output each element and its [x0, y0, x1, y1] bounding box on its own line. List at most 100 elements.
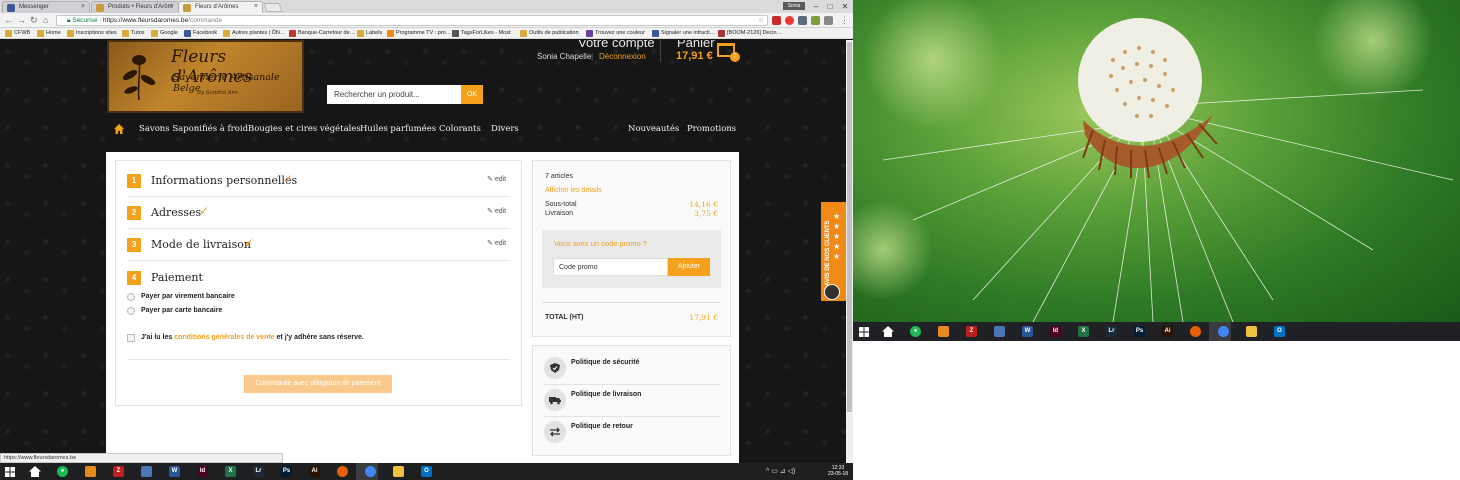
chrome-icon[interactable]	[1218, 326, 1229, 337]
bookmark-item[interactable]: CFWB	[5, 29, 30, 38]
nav-item-bougies[interactable]: Bougies et cires végétales	[248, 124, 361, 134]
bookmark-item[interactable]: Inscriptions sites	[67, 29, 117, 38]
home-icon[interactable]	[113, 123, 125, 135]
outlook-icon[interactable]: O	[421, 466, 432, 477]
nav-item-divers[interactable]: Divers	[491, 124, 519, 134]
excel-icon[interactable]: X	[225, 466, 236, 477]
extension-icon[interactable]	[824, 16, 833, 25]
promo-code-input[interactable]	[553, 258, 668, 276]
filezilla-icon[interactable]: Z	[966, 326, 977, 337]
star-icon[interactable]: ☆	[758, 16, 764, 25]
account-title[interactable]: Votre compte	[578, 40, 655, 50]
edit-link[interactable]: ✎ edit	[487, 207, 506, 215]
close-icon[interactable]: ×	[254, 3, 258, 10]
spotify-icon[interactable]: ●	[910, 326, 921, 337]
home-icon[interactable]	[882, 326, 894, 337]
app-blue-icon[interactable]	[994, 326, 1005, 337]
home-icon[interactable]: ⌂	[43, 15, 48, 25]
customer-reviews-tab[interactable]: ★ ★ ★ ★ ★ AVIS DE NOS CLIENTS	[821, 202, 846, 301]
bookmark-item[interactable]: Banque-Carrefour de…	[289, 29, 355, 38]
chrome-icon[interactable]	[365, 466, 376, 477]
photoshop-icon[interactable]: Ps	[1134, 326, 1145, 337]
nav-item-savons[interactable]: Savons Saponifiés à froid	[139, 124, 248, 134]
search-input[interactable]	[327, 85, 461, 104]
tab-fleurs-daromes[interactable]: Fleurs d'Arômes ×	[178, 1, 263, 13]
terms-label[interactable]: J'ai lu les conditions générales de vent…	[141, 334, 364, 341]
search-button[interactable]: OK	[461, 85, 483, 104]
nav-item-nouveautes[interactable]: Nouveautés	[628, 124, 679, 134]
explorer-icon[interactable]	[393, 466, 404, 477]
cart-title[interactable]: Panier	[677, 40, 715, 50]
bookmark-item[interactable]: Labels	[357, 29, 382, 38]
step-title[interactable]: Adresses	[151, 206, 201, 219]
scrollbar-thumb[interactable]	[847, 42, 852, 412]
nav-item-colorants[interactable]: Colorants	[439, 124, 481, 134]
forward-icon[interactable]: →	[17, 15, 26, 25]
pinterest-icon[interactable]	[785, 16, 794, 25]
lightroom-icon[interactable]: Lr	[1106, 326, 1117, 337]
illustrator-icon[interactable]: Ai	[1162, 326, 1173, 337]
close-window-icon[interactable]: ✕	[838, 1, 852, 12]
lightroom-icon[interactable]: Lr	[253, 466, 264, 477]
bookmark-item[interactable]: Trouvez une couleur	[586, 29, 645, 38]
excel-icon[interactable]: X	[1078, 326, 1089, 337]
bookmark-item[interactable]: Tutos	[122, 29, 145, 38]
maximize-icon[interactable]: □	[824, 1, 836, 12]
app-orange-icon[interactable]	[938, 326, 949, 337]
bookmark-item[interactable]: Signaler une infracti…	[652, 29, 715, 38]
spotify-icon[interactable]: ●	[57, 466, 68, 477]
illustrator-icon[interactable]: Ai	[309, 466, 320, 477]
policy-return-link[interactable]: Politique de retour	[571, 423, 633, 430]
reload-icon[interactable]: ↻	[30, 15, 38, 26]
terms-link[interactable]: conditions générales de vente	[174, 334, 274, 341]
photoshop-icon[interactable]: Ps	[281, 466, 292, 477]
indesign-icon[interactable]: Id	[1050, 326, 1061, 337]
minimize-icon[interactable]: –	[810, 1, 822, 12]
bookmark-item[interactable]: Google	[151, 29, 178, 38]
app-blue-icon[interactable]	[141, 466, 152, 477]
payment-radio-card[interactable]	[127, 307, 135, 315]
indesign-icon[interactable]: Id	[197, 466, 208, 477]
edit-link[interactable]: ✎ edit	[487, 239, 506, 247]
menu-icon[interactable]: ⋮	[840, 15, 849, 26]
payment-radio-transfer[interactable]	[127, 293, 135, 301]
bookmark-item[interactable]: Facebook	[184, 29, 217, 38]
bookmark-item[interactable]: Home	[37, 29, 61, 38]
bookmark-item[interactable]: [BOOM-2126] Decin…	[718, 29, 782, 38]
policy-shipping-link[interactable]: Politique de livraison	[571, 391, 641, 398]
logout-link[interactable]: Déconnexion	[599, 52, 646, 61]
tab-produits[interactable]: Produits • Fleurs d'Arôm ×	[91, 1, 179, 13]
bookmark-item[interactable]: Programme TV : pro…	[387, 29, 451, 38]
home-icon[interactable]	[29, 466, 41, 477]
outlook-icon[interactable]: O	[1274, 326, 1285, 337]
site-logo[interactable]: Fleurs d'Arômes Savonnerie Artisanale Be…	[107, 40, 304, 113]
url-field[interactable]: 🔒︎ Sécurisé | https://www.fleursdaromes.…	[56, 15, 768, 26]
app-orange-icon[interactable]	[85, 466, 96, 477]
new-tab-button[interactable]	[263, 3, 283, 12]
nav-item-promotions[interactable]: Promotions	[687, 124, 736, 134]
filezilla-icon[interactable]: Z	[113, 466, 124, 477]
system-tray-icon[interactable]: ^ ▭ ⊿ ◁)	[766, 467, 795, 475]
cart-total[interactable]: 17,91 €	[676, 50, 713, 62]
account-name[interactable]: Sonia Chapelle	[537, 52, 591, 61]
payment-option-label[interactable]: Payer par virement bancaire	[141, 293, 235, 300]
extension-icon[interactable]	[811, 16, 820, 25]
terms-checkbox[interactable]	[127, 334, 135, 342]
back-icon[interactable]: ←	[4, 15, 13, 25]
extension-icon[interactable]	[798, 16, 807, 25]
windows-start-icon[interactable]	[5, 467, 15, 477]
step-title[interactable]: Mode de livraison	[151, 238, 251, 251]
extension-icon[interactable]	[772, 16, 781, 25]
firefox-icon[interactable]	[1190, 326, 1201, 337]
explorer-icon[interactable]	[1246, 326, 1257, 337]
close-icon[interactable]: ×	[81, 3, 85, 10]
windows-start-icon[interactable]	[859, 327, 869, 337]
tab-messenger[interactable]: Messenger ×	[2, 1, 90, 13]
show-details-link[interactable]: Afficher les détails	[545, 187, 602, 194]
close-icon[interactable]: ×	[170, 3, 174, 10]
clock[interactable]: 12:33 23-05-18	[828, 465, 848, 477]
bookmark-item[interactable]: TagsForLikes - Most	[452, 29, 511, 38]
step-title[interactable]: Informations personnelles	[151, 174, 297, 187]
profile-chip[interactable]: Sonia	[783, 2, 805, 10]
nav-item-huiles[interactable]: Huiles parfumées	[360, 124, 436, 134]
